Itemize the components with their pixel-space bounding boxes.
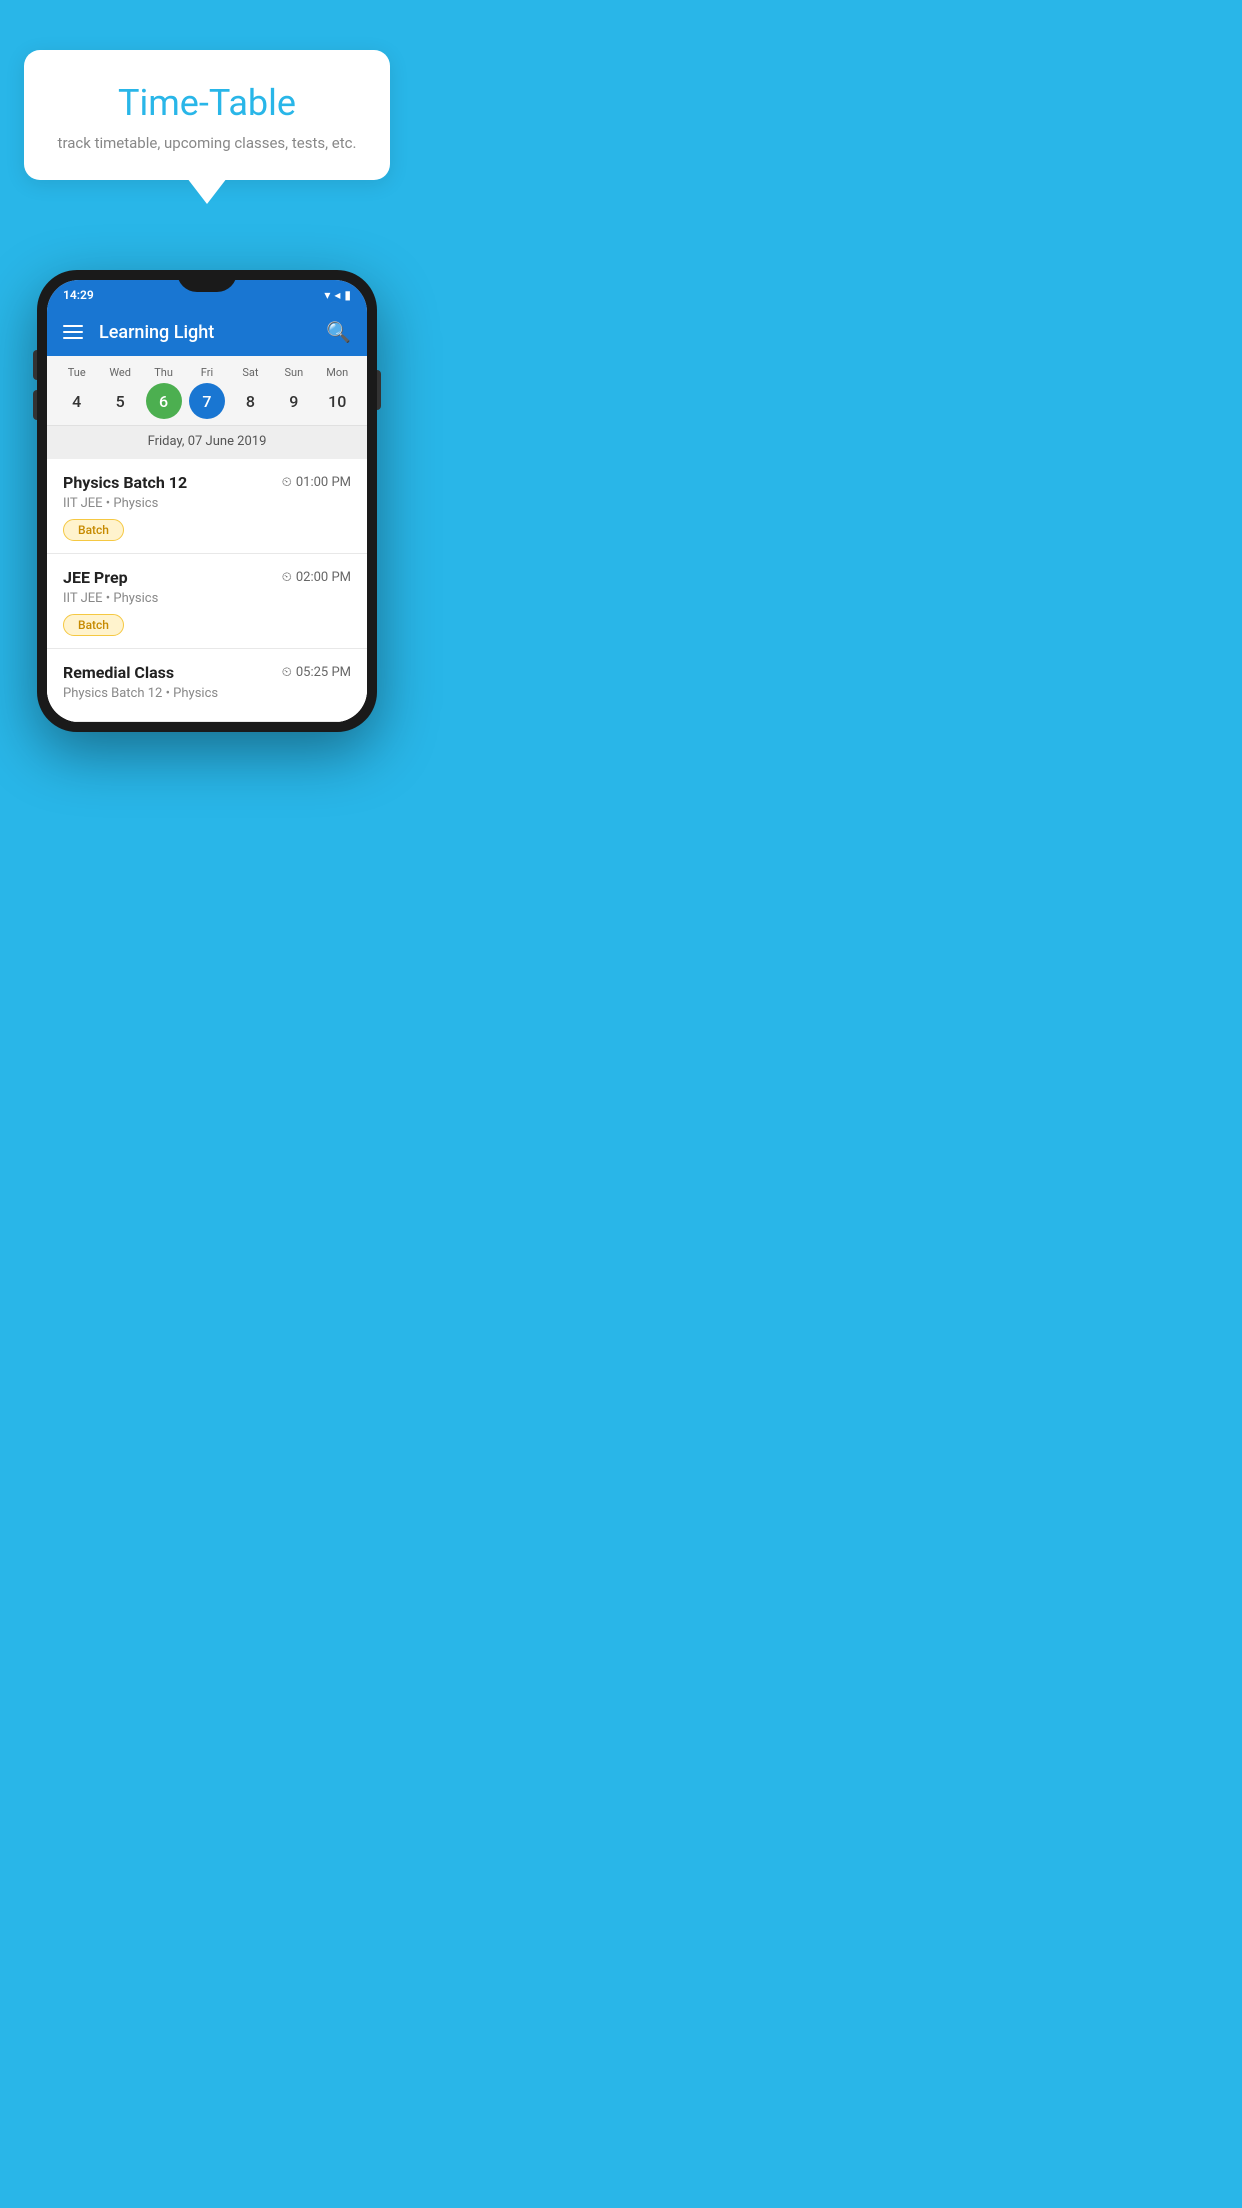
day-name: Sun [284, 366, 303, 379]
schedule-item-header: Remedial Class ⏲ 05:25 PM [63, 663, 351, 682]
item-subtitle: Physics Batch 12 • Physics [63, 686, 351, 701]
clock-icon: ⏲ [282, 665, 292, 680]
batch-badge: Batch [63, 614, 124, 636]
day-col-5[interactable]: Wed 5 [98, 366, 141, 419]
day-name: Fri [201, 366, 213, 379]
schedule-item[interactable]: JEE Prep ⏲ 02:00 PM IIT JEE • Physics Batch [47, 554, 367, 649]
speech-bubble: Time-Table track timetable, upcoming cla… [24, 50, 390, 180]
item-time: ⏲ 05:25 PM [282, 665, 351, 680]
phone-mockup: 14:29 ▾ ◂ ▮ Learning Light 🔍 [37, 270, 377, 732]
hamburger-line-2 [63, 331, 83, 333]
days-row: Tue 4 Wed 5 Thu 6 Fri 7 Sat 8 Sun 9 Mon 10 [47, 366, 367, 419]
clock-icon: ⏲ [282, 475, 292, 490]
item-title: Remedial Class [63, 663, 174, 682]
clock-icon: ⏲ [282, 570, 292, 585]
search-icon[interactable]: 🔍 [326, 320, 351, 344]
day-number[interactable]: 7 [189, 383, 225, 419]
status-time: 14:29 [63, 288, 94, 302]
day-name: Tue [68, 366, 86, 379]
hamburger-line-3 [63, 337, 83, 339]
item-title: Physics Batch 12 [63, 473, 187, 492]
menu-button[interactable] [63, 325, 83, 339]
day-number[interactable]: 4 [59, 383, 95, 419]
battery-icon: ▮ [344, 288, 351, 302]
hamburger-line-1 [63, 325, 83, 327]
selected-date-label: Friday, 07 June 2019 [47, 425, 367, 459]
schedule-item-header: JEE Prep ⏲ 02:00 PM [63, 568, 351, 587]
calendar-strip: Tue 4 Wed 5 Thu 6 Fri 7 Sat 8 Sun 9 Mon 10 Friday, 07… [47, 356, 367, 459]
day-number[interactable]: 8 [232, 383, 268, 419]
day-col-6[interactable]: Thu 6 [142, 366, 185, 419]
status-icons: ▾ ◂ ▮ [324, 288, 351, 302]
phone-notch [177, 270, 237, 292]
day-number[interactable]: 10 [319, 383, 355, 419]
schedule-item-header: Physics Batch 12 ⏲ 01:00 PM [63, 473, 351, 492]
batch-badge: Batch [63, 519, 124, 541]
item-time: ⏲ 01:00 PM [282, 475, 351, 490]
day-name: Mon [326, 366, 348, 379]
schedule-item[interactable]: Remedial Class ⏲ 05:25 PM Physics Batch 12… [47, 649, 367, 722]
schedule-item[interactable]: Physics Batch 12 ⏲ 01:00 PM IIT JEE • Phys… [47, 459, 367, 554]
day-col-4[interactable]: Tue 4 [55, 366, 98, 419]
phone-container: 14:29 ▾ ◂ ▮ Learning Light 🔍 [0, 240, 414, 752]
item-time: ⏲ 02:00 PM [282, 570, 351, 585]
day-col-9[interactable]: Sun 9 [272, 366, 315, 419]
item-title: JEE Prep [63, 568, 128, 587]
item-subtitle: IIT JEE • Physics [63, 591, 351, 606]
day-number[interactable]: 6 [146, 383, 182, 419]
signal-icon: ◂ [334, 288, 340, 302]
day-col-8[interactable]: Sat 8 [229, 366, 272, 419]
day-name: Thu [154, 366, 173, 379]
phone-screen: 14:29 ▾ ◂ ▮ Learning Light 🔍 [47, 280, 367, 722]
wifi-icon: ▾ [324, 288, 330, 302]
schedule-list: Physics Batch 12 ⏲ 01:00 PM IIT JEE • Phys… [47, 459, 367, 722]
item-subtitle: IIT JEE • Physics [63, 496, 351, 511]
day-number[interactable]: 5 [102, 383, 138, 419]
day-col-7[interactable]: Fri 7 [185, 366, 228, 419]
hero-section: Time-Table track timetable, upcoming cla… [0, 0, 414, 240]
day-name: Wed [109, 366, 131, 379]
day-number[interactable]: 9 [276, 383, 312, 419]
bubble-subtitle: track timetable, upcoming classes, tests… [48, 134, 366, 152]
bubble-title: Time-Table [48, 82, 366, 124]
day-name: Sat [242, 366, 258, 379]
day-col-10[interactable]: Mon 10 [316, 366, 359, 419]
app-bar: Learning Light 🔍 [47, 308, 367, 356]
app-title: Learning Light [99, 322, 326, 343]
